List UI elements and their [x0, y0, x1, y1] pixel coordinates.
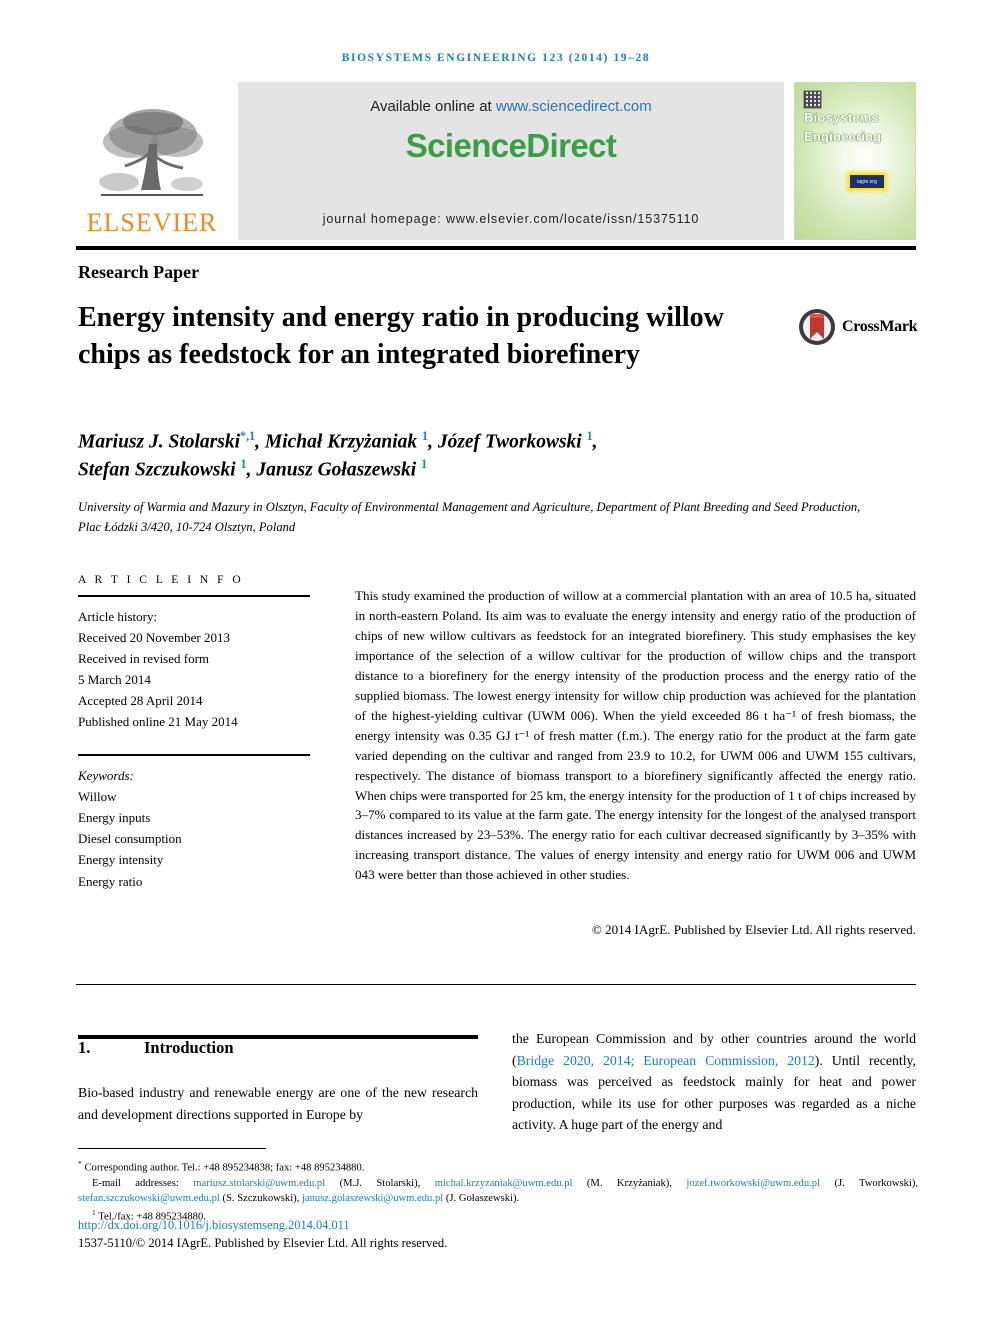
qr-code-icon	[803, 90, 822, 109]
running-head: BIOSYSTEMS ENGINEERING 123 (2014) 19–28	[341, 52, 651, 64]
keyword-item: Energy inputs	[78, 810, 151, 826]
section-number: 1.	[78, 1038, 91, 1057]
article-type-label: Research Paper	[78, 262, 200, 282]
available-online-text: Available online at www.sciencedirect.co…	[370, 98, 652, 115]
keyword-item: Energy ratio	[78, 873, 143, 889]
cover-journal-title: Biosystems Engineering	[804, 109, 881, 147]
article-history-item: Received in revised form	[78, 651, 210, 667]
keyword-item: Diesel consumption	[78, 831, 182, 847]
introduction-top-rule	[78, 1035, 478, 1039]
asterisk-icon: *	[78, 1159, 82, 1168]
journal-cover-thumbnail[interactable]: Biosystems Engineering iagre.org	[794, 82, 916, 240]
journal-article-page: BIOSYSTEMS ENGINEERING 123 (2014) 19–28	[0, 0, 992, 1323]
keywords-label: Keywords:	[78, 768, 134, 784]
crossmark-label: CrossMark	[842, 318, 918, 335]
abstract-text: This study examined the production of wi…	[355, 588, 916, 883]
email-link[interactable]: jozef.tworkowski@uwm.edu.pl	[686, 1178, 820, 1189]
body-paragraph: the European Commission and by other cou…	[512, 1028, 916, 1136]
article-history-item: 5 March 2014	[78, 672, 151, 688]
footnote-separator-rule	[78, 1148, 266, 1149]
doi-link[interactable]: http://dx.doi.org/10.1016/j.biosystemsen…	[78, 1218, 350, 1233]
body-column-left: 1. Introduction Bio-based industry and r…	[78, 1038, 478, 1125]
crossmark-badge-icon	[799, 309, 835, 345]
keyword-item: Willow	[78, 789, 117, 805]
elsevier-wordmark: ELSEVIER	[86, 208, 218, 237]
available-online-prefix: Available online at	[370, 98, 496, 115]
article-info-rule-mid	[78, 754, 310, 757]
body-paragraph: Bio-based industry and renewable energy …	[78, 1085, 478, 1122]
email-person: (J. Gołaszewski)	[445, 1193, 517, 1205]
email-link[interactable]: mariusz.stolarski@uwm.edu.pl	[193, 1178, 325, 1189]
email-person: (M.J. Stolarski)	[339, 1177, 418, 1189]
journal-homepage-link[interactable]: journal homepage: www.elsevier.com/locat…	[238, 212, 784, 226]
sciencedirect-url-link[interactable]: www.sciencedirect.com	[496, 98, 652, 115]
article-info-panel: A R T I C L E I N F O Article history: R…	[78, 574, 310, 892]
footnote-marker-1: 1	[92, 1207, 96, 1217]
keyword-item: Energy intensity	[78, 852, 164, 868]
issn-copyright-line: 1537-5110/© 2014 IAgrE. Published by Els…	[78, 1236, 448, 1250]
cover-title-line1: Biosystems	[804, 110, 879, 125]
article-history-item: Published online 21 May 2014	[78, 714, 238, 730]
elsevier-tree-icon	[99, 109, 203, 196]
article-history-item: Received 20 November 2013	[78, 630, 230, 646]
email-person: (S. Szczukowski)	[222, 1193, 297, 1205]
email-addresses-note: E-mail addresses: mariusz.stolarski@uwm.…	[78, 1177, 919, 1205]
email-addresses-label: E-mail addresses:	[92, 1177, 179, 1189]
author-list: Mariusz J. Stolarski*,1, Michał Krzyżani…	[78, 429, 598, 481]
abstract-copyright: © 2014 IAgrE. Published by Elsevier Ltd.…	[591, 922, 916, 937]
journal-masthead: ELSEVIER Available online at www.science…	[76, 82, 916, 240]
body-column-right: the European Commission and by other cou…	[512, 1028, 916, 1136]
article-history-label: Article history:	[78, 609, 158, 624]
email-person: (J. Tworkowski)	[834, 1177, 916, 1189]
citation-link[interactable]: Bridge 2020, 2014; European Commission, …	[517, 1053, 815, 1068]
email-link[interactable]: stefan.szczukowski@uwm.edu.pl	[78, 1193, 220, 1204]
crossmark-badge[interactable]: CrossMark	[798, 308, 918, 346]
elsevier-logo: ELSEVIER	[76, 82, 228, 240]
email-link[interactable]: michal.krzyzaniak@uwm.edu.pl	[435, 1178, 573, 1189]
sciencedirect-logo[interactable]: ScienceDirect	[406, 127, 617, 165]
cover-society-badge: iagre.org	[850, 175, 884, 188]
article-info-heading: A R T I C L E I N F O	[78, 574, 244, 586]
email-person: (M. Krzyżaniak)	[586, 1177, 670, 1189]
email-link[interactable]: janusz.golaszewski@uwm.edu.pl	[302, 1193, 443, 1204]
article-history-item: Accepted 28 April 2014	[78, 693, 203, 709]
page-title: Energy intensity and energy ratio in pro…	[78, 302, 724, 370]
masthead-bottom-rule	[76, 246, 916, 250]
section-heading-introduction: 1. Introduction	[78, 1038, 478, 1058]
corresponding-author-note: * Corresponding author. Tel.: +48 895234…	[78, 1158, 918, 1176]
abstract-bottom-rule	[76, 984, 916, 985]
cover-title-line2: Engineering	[804, 128, 882, 144]
footnotes-block: * Corresponding author. Tel.: +48 895234…	[78, 1158, 918, 1225]
affiliation: University of Warmia and Mazury in Olszt…	[78, 500, 861, 534]
article-info-rule-top	[78, 595, 310, 597]
corresponding-author-text: Corresponding author. Tel.: +48 89523483…	[84, 1162, 365, 1174]
section-title: Introduction	[144, 1038, 234, 1057]
sciencedirect-banner: Available online at www.sciencedirect.co…	[238, 82, 784, 240]
